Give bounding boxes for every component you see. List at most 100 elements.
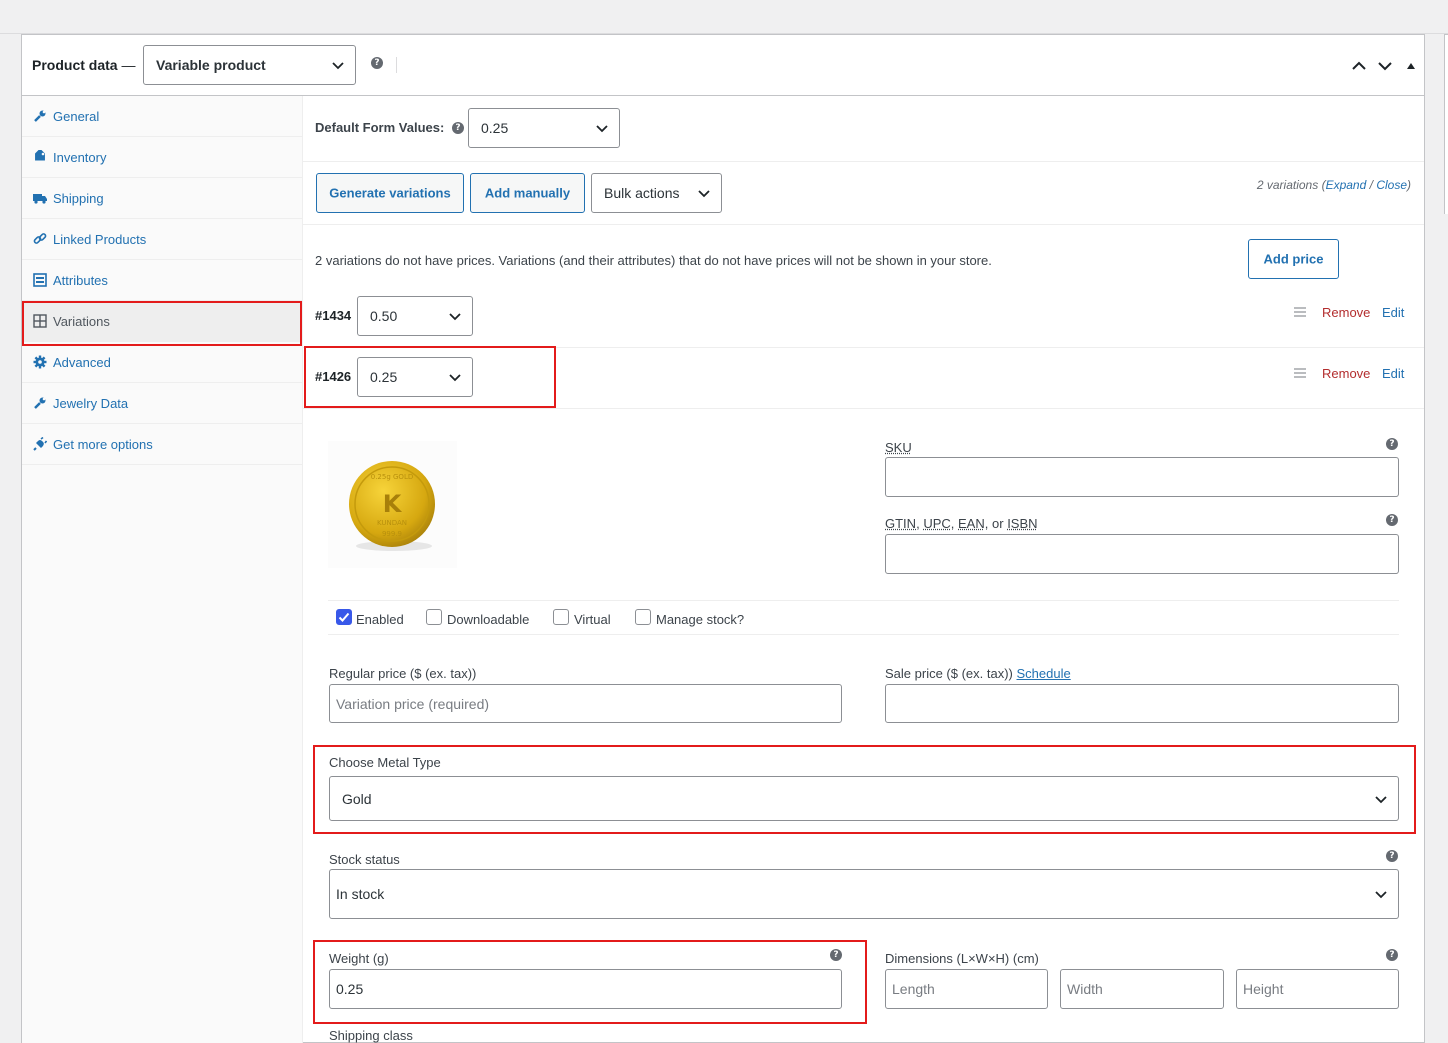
virtual-checkbox[interactable] [553,609,569,625]
divider [328,600,1399,601]
gtin-input[interactable] [885,534,1399,574]
tab-get-more-options[interactable]: Get more options [22,424,303,465]
edit-variation-link[interactable]: Edit [1382,366,1404,381]
virtual-label: Virtual [574,612,611,627]
stock-status-label: Stock status [329,852,400,867]
product-data-tabs: General Inventory Shipping Linked Produc… [22,96,303,1043]
variation-attribute-value: 0.25 [370,369,398,385]
metal-type-select[interactable]: Gold [329,776,1399,821]
manage-stock-checkbox[interactable] [635,609,651,625]
chevron-down-icon [1375,891,1387,899]
generate-variations-label: Generate variations [329,185,451,201]
edit-variation-link[interactable]: Edit [1382,305,1404,320]
close-paren: ) [1407,178,1411,192]
tab-inventory[interactable]: Inventory [22,137,303,178]
comma: , [916,516,920,531]
grid-icon [33,314,47,328]
comma: , [984,516,989,531]
chevron-down-icon [1375,795,1387,803]
product-type-value: Variable product [156,57,266,73]
tab-jewelry-data[interactable]: Jewelry Data [22,383,303,424]
tag-icon [35,150,45,161]
variation-attribute-value: 0.50 [370,308,398,324]
variation-attribute-select[interactable]: 0.50 [357,296,473,336]
help-icon[interactable]: ? [1386,438,1398,450]
tab-general[interactable]: General [22,96,303,137]
remove-variation-link[interactable]: Remove [1322,305,1370,320]
move-up-icon[interactable] [1350,57,1368,75]
schedule-link[interactable]: Schedule [1017,666,1071,681]
drag-handle-icon[interactable] [1294,367,1306,379]
add-price-button[interactable]: Add price [1248,239,1339,279]
variation-image[interactable]: 0.25g GOLD K KUNDAN 999.9 [328,441,457,568]
slash: / [1369,178,1373,192]
toggle-panel-icon[interactable] [1402,57,1420,75]
downloadable-checkbox[interactable] [426,609,442,625]
gold-coin-image: 0.25g GOLD K KUNDAN 999.9 [349,461,435,551]
tab-attributes-label: Attributes [53,273,108,288]
variations-panel: Default Form Values: ? 0.25 Generate var… [303,96,1424,1043]
list-icon [33,273,47,287]
help-icon[interactable]: ? [452,122,464,134]
generate-variations-button[interactable]: Generate variations [316,173,464,213]
no-price-notice: 2 variations do not have prices. Variati… [315,253,992,268]
help-icon[interactable]: ? [830,949,842,961]
chevron-down-icon [449,313,461,321]
truck-icon [33,194,47,204]
variation-attribute-select[interactable]: 0.25 [357,357,473,397]
coin-letter: K [383,490,403,518]
default-form-value-select[interactable]: 0.25 [468,108,620,148]
product-type-select[interactable]: Variable product [143,45,356,85]
drag-handle-icon[interactable] [1294,306,1306,318]
width-input[interactable]: Width [1060,969,1224,1009]
tab-shipping[interactable]: Shipping [22,178,303,219]
product-data-header: Product data — Variable product ? [22,35,1424,96]
regular-price-label: Regular price ($ (ex. tax)) [329,666,477,681]
width-placeholder: Width [1067,981,1103,997]
metal-type-label: Choose Metal Type [329,755,441,770]
divider [303,408,1424,409]
weight-input[interactable]: 0.25 [329,969,842,1009]
tab-shipping-label: Shipping [53,191,104,206]
weight-label: Weight (g) [329,951,389,966]
height-input[interactable]: Height [1236,969,1399,1009]
close-link[interactable]: Close [1376,178,1407,192]
help-icon[interactable]: ? [1386,949,1398,961]
tab-attributes[interactable]: Attributes [22,260,303,301]
shipping-class-label: Shipping class [329,1028,413,1043]
help-icon[interactable]: ? [1386,850,1398,862]
tab-advanced[interactable]: Advanced [22,342,303,383]
expand-link[interactable]: Expand [1326,178,1367,192]
length-input[interactable]: Length [885,969,1048,1009]
coin-brand: KUNDAN [377,519,407,527]
move-down-icon[interactable] [1376,57,1394,75]
stock-status-select[interactable]: In stock [329,869,1399,919]
wrench-icon [34,397,46,409]
add-price-label: Add price [1263,251,1324,267]
sale-price-label: Sale price ($ (ex. tax)) [885,666,1013,681]
or-text: or [992,516,1004,531]
add-manually-button[interactable]: Add manually [470,173,585,213]
sku-input[interactable] [885,457,1399,497]
gtin-label: GTIN, UPC, EAN, or ISBN [885,516,1038,531]
help-icon[interactable]: ? [371,57,383,69]
help-icon[interactable]: ? [1386,514,1398,526]
enabled-checkbox[interactable] [336,609,352,625]
sale-price-input[interactable] [885,684,1399,723]
divider [328,634,1399,635]
bulk-actions-value: Bulk actions [604,185,680,201]
bulk-actions-select[interactable]: Bulk actions [591,173,722,213]
tab-inventory-label: Inventory [53,150,107,165]
plugin-icon [33,437,47,451]
tab-advanced-label: Advanced [53,355,111,370]
regular-price-input[interactable]: Variation price (required) [329,684,842,723]
divider [303,347,1424,348]
tab-variations[interactable]: Variations [22,301,303,342]
chevron-down-icon [596,125,608,133]
isbn-abbr: ISBN [1007,516,1038,531]
tab-linked-products[interactable]: Linked Products [22,219,303,260]
chevron-down-icon [332,62,344,70]
chevron-down-icon [698,190,710,198]
tab-linked-products-label: Linked Products [53,232,147,247]
remove-variation-link[interactable]: Remove [1322,366,1370,381]
